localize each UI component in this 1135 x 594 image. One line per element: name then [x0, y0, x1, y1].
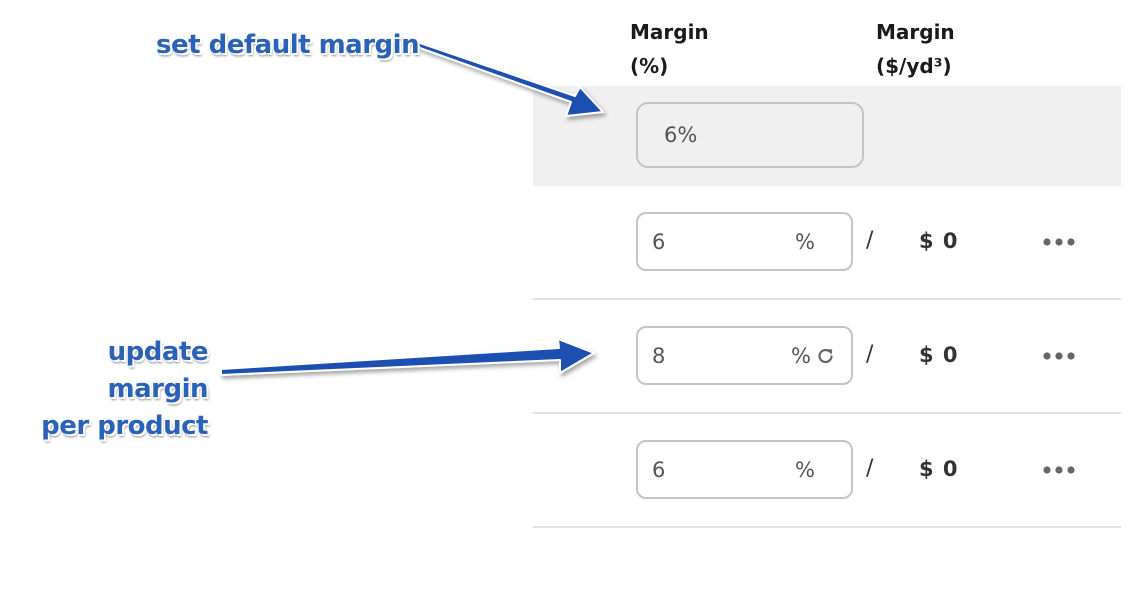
arrow-to-default-margin	[416, 41, 604, 117]
arrow-to-product-margin	[220, 338, 595, 376]
callout-update-margin-line2: per product	[41, 411, 208, 441]
callout-update-margin-line1: update margin	[107, 337, 209, 404]
callout-arrows	[220, 41, 604, 376]
callout-update-margin: update margin per product	[4, 334, 208, 445]
callout-set-default-margin: set default margin	[156, 30, 420, 60]
